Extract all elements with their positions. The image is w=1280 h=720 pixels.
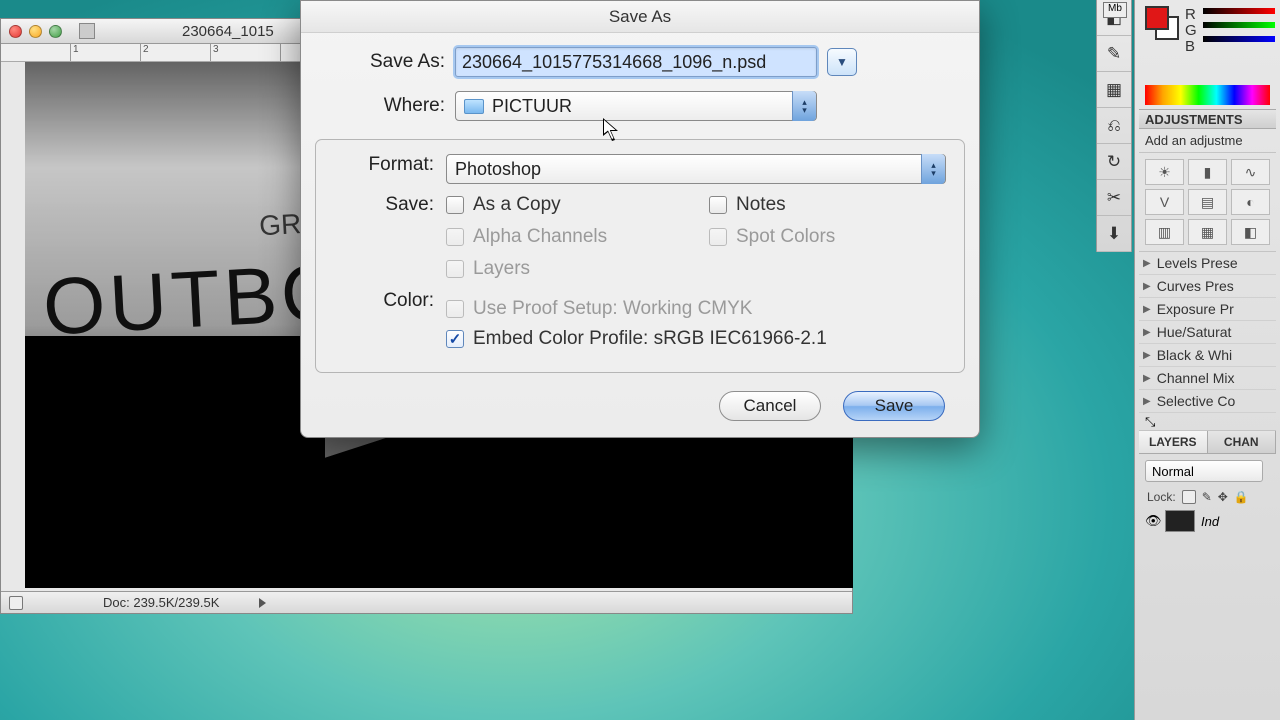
lock-move-icon[interactable]: ✥: [1218, 490, 1228, 504]
history-icon[interactable]: ↻: [1097, 144, 1131, 180]
save-as-dialog: Save As Save As: Where: PICTUUR Format: …: [300, 0, 980, 438]
doc-format-icon: [79, 23, 95, 39]
adjustments-header: ADJUSTMENTS: [1139, 109, 1276, 129]
preset-mixer[interactable]: Channel Mix: [1139, 367, 1276, 390]
tools-icon[interactable]: ✂: [1097, 180, 1131, 216]
mb-badge: Mb: [1103, 2, 1127, 18]
adjustment-selectivecolor-icon[interactable]: ▦: [1188, 219, 1227, 245]
g-slider[interactable]: [1203, 22, 1275, 28]
lock-brush-icon[interactable]: ✎: [1202, 490, 1212, 504]
preset-exposure[interactable]: Exposure Pr: [1139, 298, 1276, 321]
preset-curves[interactable]: Curves Pres: [1139, 275, 1276, 298]
close-icon[interactable]: [9, 25, 22, 38]
panel-expand-icon[interactable]: ⤡: [1145, 414, 1155, 430]
flyout-icon[interactable]: [259, 598, 266, 608]
updown-icon: [792, 91, 816, 121]
b-label: B: [1185, 38, 1197, 54]
panel-icon-column: ◧ ✎ ▦ ⎌ ↻ ✂ ⬇: [1096, 0, 1132, 252]
tab-channels[interactable]: CHAN: [1208, 431, 1277, 453]
preset-levels[interactable]: Levels Prese: [1139, 252, 1276, 275]
g-label: G: [1185, 22, 1197, 38]
tab-layers[interactable]: LAYERS: [1139, 431, 1208, 453]
brush-icon[interactable]: ✎: [1097, 36, 1131, 72]
r-label: R: [1185, 6, 1197, 22]
clone-icon[interactable]: ⎌: [1097, 108, 1131, 144]
filename-input[interactable]: [455, 47, 817, 77]
download-icon[interactable]: ⬇: [1097, 216, 1131, 252]
layer-row[interactable]: 👁 Ind: [1139, 506, 1276, 536]
disclosure-button[interactable]: [827, 48, 857, 76]
lock-label: Lock:: [1147, 490, 1176, 504]
adjustment-bw-icon[interactable]: ◐: [1231, 189, 1270, 215]
blend-mode-select[interactable]: Normal: [1145, 460, 1263, 482]
save-button[interactable]: Save: [843, 391, 945, 421]
options-well: Format: Photoshop Save: As a Copy Notes …: [315, 139, 965, 373]
saveas-label: Save As:: [301, 51, 455, 73]
adjustment-hue-icon[interactable]: ▤: [1188, 189, 1227, 215]
layer-name: Ind: [1201, 514, 1219, 529]
color-swatches[interactable]: [1145, 6, 1179, 40]
color-panel: Mb R G B ADJUSTMENTS Add an adjustme ☀ ▮…: [1134, 0, 1280, 720]
save-label: Save:: [326, 194, 446, 280]
adjustment-mixer-icon[interactable]: ▥: [1145, 219, 1184, 245]
adjustment-levels-icon[interactable]: ▮: [1188, 159, 1227, 185]
folder-icon: [464, 99, 484, 114]
spectrum-picker[interactable]: [1145, 85, 1270, 105]
notes-checkbox[interactable]: Notes: [709, 194, 946, 216]
r-slider[interactable]: [1203, 8, 1275, 14]
lock-all-icon[interactable]: 🔒: [1234, 490, 1249, 504]
use-proof-setup-checkbox: Use Proof Setup: Working CMYK: [446, 298, 752, 320]
zoom-readout-icon[interactable]: [9, 596, 23, 610]
visibility-icon[interactable]: 👁: [1145, 513, 1159, 529]
updown-icon: [921, 154, 945, 184]
adjustment-presets: Levels Prese Curves Pres Exposure Pr Hue…: [1139, 252, 1276, 413]
preset-selective[interactable]: Selective Co: [1139, 390, 1276, 413]
status-bar: Doc: 239.5K/239.5K: [1, 591, 852, 613]
where-popup[interactable]: PICTUUR: [455, 91, 817, 121]
lock-pixels-icon[interactable]: [1182, 490, 1196, 504]
embed-color-profile-checkbox[interactable]: Embed Color Profile: sRGB IEC61966-2.1: [446, 328, 827, 350]
adjustment-curves-icon[interactable]: ∿: [1231, 159, 1270, 185]
foreground-swatch[interactable]: [1145, 6, 1169, 30]
format-value: Photoshop: [455, 159, 541, 180]
minimize-icon[interactable]: [29, 25, 42, 38]
spot-colors-checkbox: Spot Colors: [709, 226, 946, 248]
layer-thumbnail: [1165, 510, 1195, 532]
alpha-channels-checkbox: Alpha Channels: [446, 226, 683, 248]
preset-bw[interactable]: Black & Whi: [1139, 344, 1276, 367]
format-popup[interactable]: Photoshop: [446, 154, 946, 184]
adjustment-invert-icon[interactable]: ◧: [1231, 219, 1270, 245]
right-panels: ◧ ✎ ▦ ⎌ ↻ ✂ ⬇ Mb R G B ADJUSTMENTS Add a…: [1104, 0, 1280, 720]
color-label: Color:: [326, 290, 446, 350]
cancel-button[interactable]: Cancel: [719, 391, 821, 421]
as-a-copy-checkbox[interactable]: As a Copy: [446, 194, 683, 216]
preset-hue[interactable]: Hue/Saturat: [1139, 321, 1276, 344]
doc-title: 230664_1015: [182, 23, 274, 40]
adjustment-exposure-icon[interactable]: V: [1145, 189, 1184, 215]
doc-size-readout: Doc: 239.5K/239.5K: [103, 595, 219, 610]
dialog-title: Save As: [301, 1, 979, 33]
layers-checkbox: Layers: [446, 258, 683, 280]
where-label: Where:: [301, 95, 455, 117]
adjustment-brightness-icon[interactable]: ☀: [1145, 159, 1184, 185]
b-slider[interactable]: [1203, 36, 1275, 42]
palette-icon[interactable]: ▦: [1097, 72, 1131, 108]
adjustments-subtitle: Add an adjustme: [1139, 129, 1276, 153]
zoom-icon[interactable]: [49, 25, 62, 38]
format-label: Format:: [326, 154, 446, 184]
where-value: PICTUUR: [492, 96, 572, 117]
